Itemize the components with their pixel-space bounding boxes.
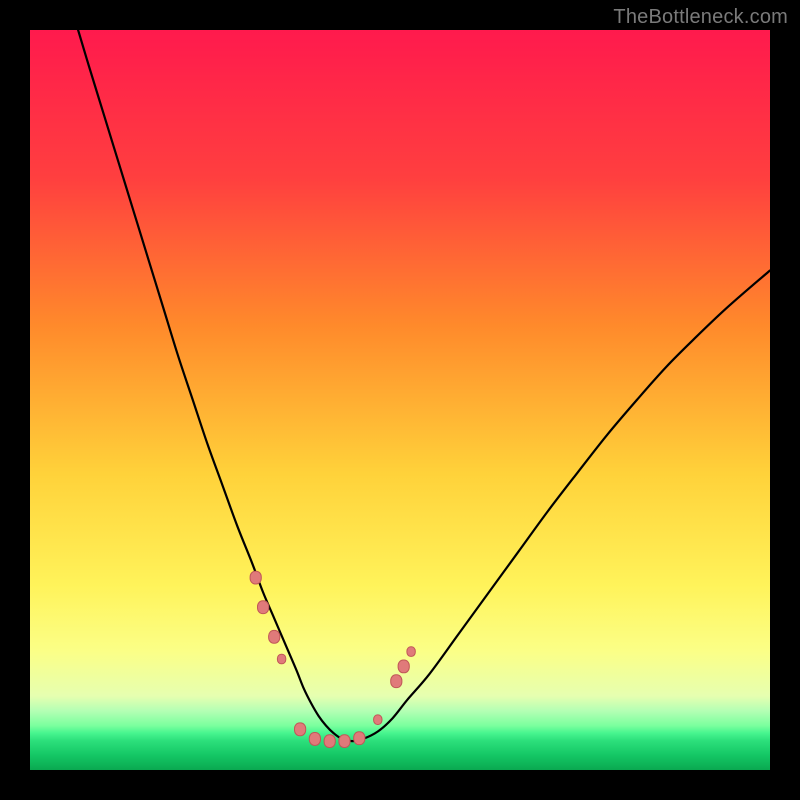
curve-marker — [339, 735, 350, 748]
curve-marker — [354, 732, 365, 745]
curve-marker — [391, 675, 402, 688]
stage: TheBottleneck.com — [0, 0, 800, 800]
curve-marker — [374, 715, 382, 725]
curve-marker — [309, 733, 320, 746]
curve-marker — [324, 735, 335, 748]
bottleneck-curve — [78, 30, 770, 741]
curve-marker — [269, 630, 280, 643]
plot-area — [30, 30, 770, 770]
curve-layer — [30, 30, 770, 770]
curve-marker — [407, 647, 415, 657]
curve-marker — [258, 601, 269, 614]
curve-marker — [398, 660, 409, 673]
watermark-text: TheBottleneck.com — [613, 6, 788, 29]
curve-marker — [277, 654, 285, 664]
curve-marker — [295, 723, 306, 736]
curve-marker — [250, 571, 261, 584]
